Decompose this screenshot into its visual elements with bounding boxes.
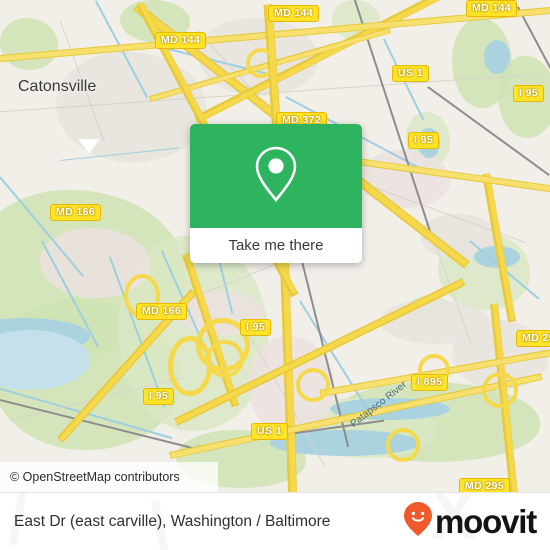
road-shield: I 895	[411, 374, 449, 391]
road-shield: MD 166	[50, 204, 102, 221]
road-shield: MD 144	[155, 32, 207, 49]
road-shield: I 95	[143, 388, 175, 405]
road-shield: MD 166	[136, 303, 188, 320]
road-shield: US 1	[251, 423, 288, 440]
footer-watermark: / \ X	[0, 493, 550, 550]
attribution-text[interactable]: © OpenStreetMap contributors	[10, 470, 180, 484]
popup-action-row[interactable]: Take me there	[190, 228, 362, 263]
road-shield: MD 144	[466, 0, 518, 17]
popup-pointer-tail	[78, 139, 100, 153]
location-popup-card[interactable]: Take me there	[190, 124, 362, 263]
road-shield: I 95	[513, 85, 545, 102]
road-shield: I 95	[408, 132, 440, 149]
take-me-there-button[interactable]: Take me there	[228, 237, 323, 254]
road-shield: I 95	[240, 319, 272, 336]
map-attribution: © OpenStreetMap contributors	[0, 462, 550, 492]
road-shield: MD 144	[268, 5, 320, 22]
footer-bar: / \ X East Dr (east carville), Washingto…	[0, 492, 550, 550]
moovit-map-screen: Catonsville Patapsco River MD 144 MD 144 M…	[0, 0, 550, 550]
map-pin-icon	[253, 145, 299, 208]
road-shield: MD 29	[516, 330, 550, 347]
popup-header	[190, 124, 362, 228]
road-shield: US 1	[392, 65, 429, 82]
